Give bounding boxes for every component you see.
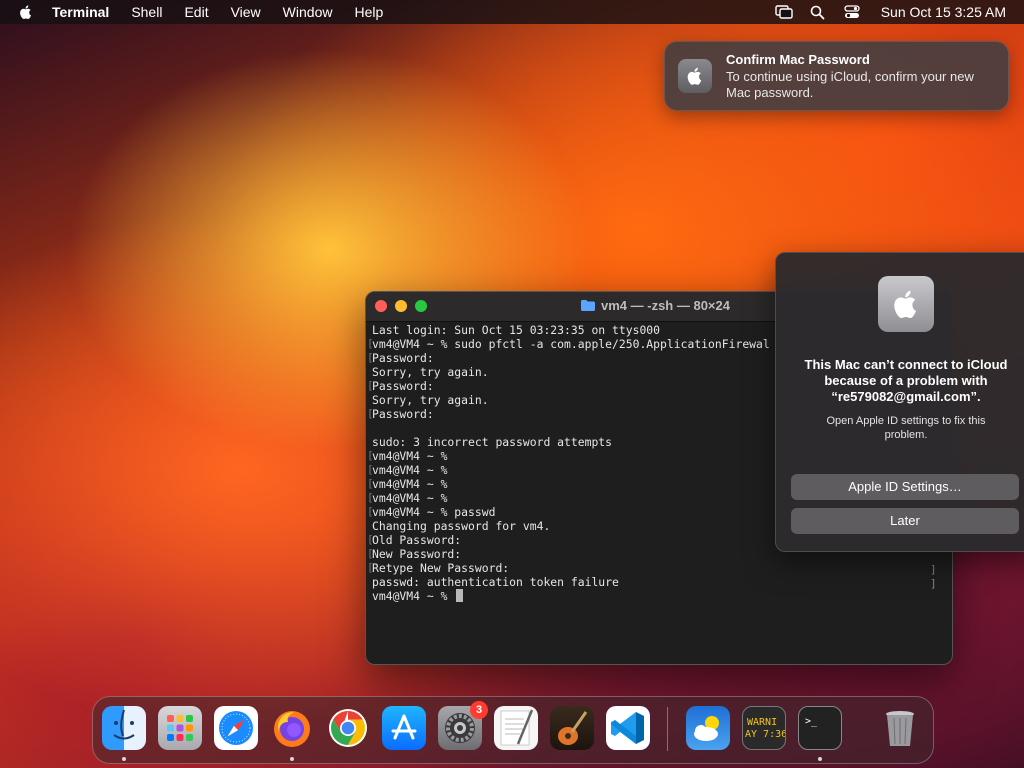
menu-help[interactable]: Help	[354, 0, 383, 24]
icloud-notification[interactable]: Confirm Mac Password To continue using i…	[664, 41, 1009, 111]
chrome-icon[interactable]	[326, 706, 370, 750]
line-mark: [	[367, 561, 374, 574]
dock-separator	[667, 707, 668, 751]
terminal-line: vm4@VM4 ~ % passwd	[372, 505, 496, 519]
running-indicator	[818, 757, 822, 761]
terminal-line: vm4@VM4 ~ %	[372, 477, 448, 491]
later-button[interactable]: Later	[791, 508, 1019, 534]
notification-title: Confirm Mac Password	[726, 52, 870, 67]
control-center-icon[interactable]	[843, 4, 861, 20]
menu-shell[interactable]: Shell	[131, 0, 162, 24]
icloud-alert-dialog: This Mac can’t connect to iCloud because…	[775, 252, 1024, 552]
notification-badge: 3	[470, 701, 488, 719]
console-icon-text: WARNI	[747, 717, 777, 728]
menu-view[interactable]: View	[231, 0, 261, 24]
terminal-line: Sorry, try again.	[372, 393, 489, 407]
text-cursor	[456, 589, 464, 602]
terminal-line: passwd: authentication token failure	[372, 575, 619, 589]
terminal-line: Password:	[372, 407, 434, 421]
screen-mirroring-icon[interactable]	[775, 4, 793, 20]
menu-app-name[interactable]: Terminal	[52, 0, 109, 24]
app-store-icon[interactable]	[382, 706, 426, 750]
console-icon-text: AY 7:36	[745, 729, 785, 740]
line-mark: [	[367, 505, 374, 518]
apple-logo-icon	[678, 59, 712, 93]
terminal-line: Password:	[372, 351, 434, 365]
line-mark: [	[367, 547, 374, 560]
menu-bar: Terminal Shell Edit View Window Help Sun…	[0, 0, 1024, 24]
terminal-icon[interactable]: >_	[798, 706, 842, 750]
line-mark: [	[367, 491, 374, 504]
running-indicator	[290, 757, 294, 761]
terminal-line: vm4@VM4 ~ %	[372, 491, 448, 505]
system-settings-icon[interactable]: 3	[438, 701, 488, 750]
terminal-prompt-line: vm4@VM4 ~ %	[372, 589, 464, 603]
line-mark: [	[367, 533, 374, 546]
alert-title: This Mac can’t connect to iCloud because…	[804, 357, 1008, 404]
terminal-title-text: vm4 — -zsh — 80×24	[601, 298, 730, 313]
apple-logo-icon	[878, 276, 934, 332]
minimize-button[interactable]	[395, 300, 407, 312]
terminal-line: Retype New Password:	[372, 561, 510, 575]
apple-menu-icon[interactable]	[18, 4, 34, 20]
terminal-line: vm4@VM4 ~ % sudo pfctl -a com.apple/250.…	[372, 337, 770, 351]
notification-body: To continue using iCloud, confirm your n…	[726, 69, 974, 100]
textedit-icon[interactable]	[494, 706, 538, 750]
terminal-line: vm4@VM4 ~ %	[372, 463, 448, 477]
terminal-line: vm4@VM4 ~ %	[372, 449, 448, 463]
spotlight-search-icon[interactable]	[809, 4, 827, 20]
vscode-icon[interactable]	[606, 706, 650, 750]
weather-icon[interactable]	[686, 706, 730, 750]
terminal-line: sudo: 3 incorrect password attempts	[372, 435, 613, 449]
line-mark: [	[367, 379, 374, 392]
line-mark: [	[367, 351, 374, 364]
terminal-prompt: vm4@VM4 ~ %	[372, 589, 455, 603]
dock: 3 WARNI AY 7:36 >_	[92, 696, 934, 764]
launchpad-icon[interactable]	[158, 706, 202, 750]
terminal-line: Changing password for vm4.	[372, 519, 551, 533]
zoom-button[interactable]	[415, 300, 427, 312]
line-mark: [	[367, 407, 374, 420]
terminal-line: New Password:	[372, 547, 462, 561]
folder-icon	[581, 300, 595, 311]
line-mark: [	[367, 463, 374, 476]
apple-id-settings-button[interactable]: Apple ID Settings…	[791, 474, 1019, 500]
terminal-line: Password:	[372, 379, 434, 393]
line-mark: [	[367, 449, 374, 462]
alert-message: Open Apple ID settings to fix this probl…	[826, 415, 986, 441]
finder-icon[interactable]	[102, 706, 146, 750]
menu-clock[interactable]: Sun Oct 15 3:25 AM	[881, 4, 1006, 20]
terminal-line: Last login: Sun Oct 15 03:23:35 on ttys0…	[372, 323, 661, 337]
console-icon[interactable]: WARNI AY 7:36	[742, 706, 787, 750]
terminal-line: Old Password:	[372, 533, 462, 547]
menu-edit[interactable]: Edit	[184, 0, 208, 24]
garageband-icon[interactable]	[550, 706, 594, 750]
line-mark: [	[367, 477, 374, 490]
close-button[interactable]	[375, 300, 387, 312]
running-indicator	[122, 757, 126, 761]
menu-window[interactable]: Window	[283, 0, 333, 24]
terminal-title: vm4 — -zsh — 80×24	[581, 298, 730, 313]
firefox-icon[interactable]	[270, 706, 314, 750]
safari-icon[interactable]	[214, 706, 258, 750]
terminal-line: Sorry, try again.	[372, 365, 489, 379]
line-mark: ]	[930, 577, 937, 590]
terminal-icon-prompt: >_	[805, 716, 818, 727]
line-mark: ]	[930, 563, 937, 576]
line-mark: [	[367, 337, 374, 350]
trash-icon[interactable]	[878, 706, 922, 750]
